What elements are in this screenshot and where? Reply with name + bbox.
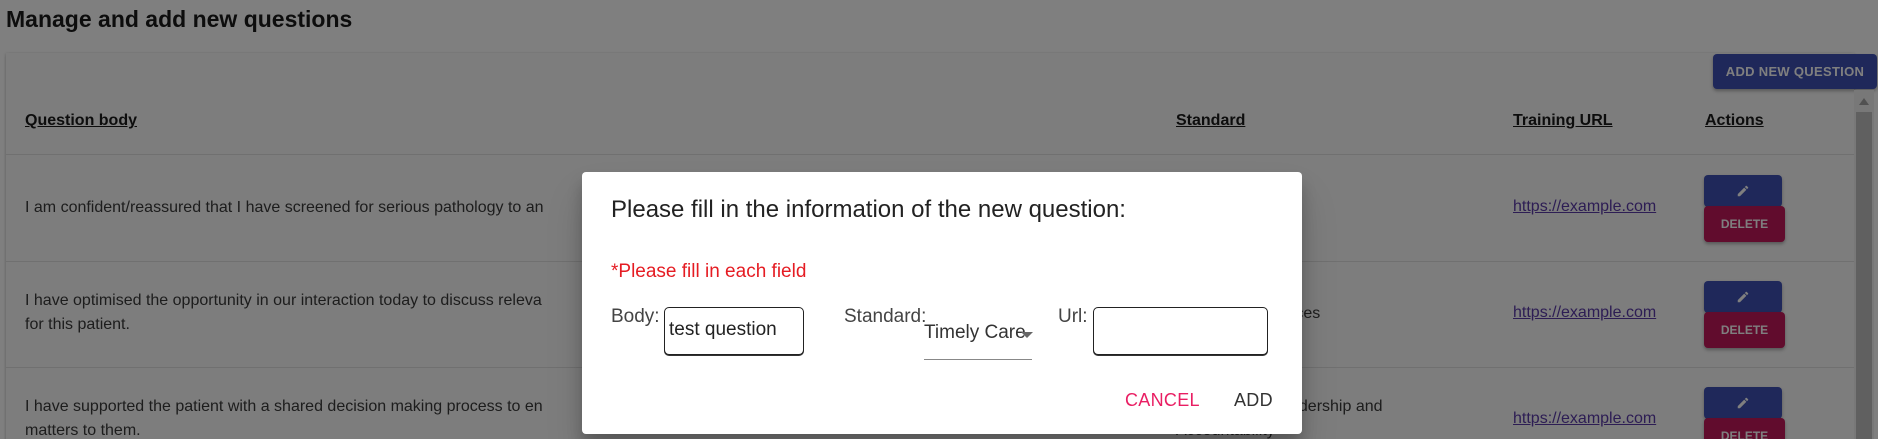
standard-label: Standard: bbox=[844, 306, 927, 327]
url-input[interactable] bbox=[1093, 307, 1268, 355]
dialog-title: Please fill in the information of the ne… bbox=[611, 196, 1126, 223]
standard-selected-value: Timely Care bbox=[924, 322, 1026, 343]
add-button[interactable]: ADD bbox=[1234, 390, 1273, 411]
standard-select[interactable]: Timely Care bbox=[924, 310, 1033, 360]
body-input[interactable]: test question bbox=[664, 307, 804, 355]
required-fields-warning: *Please fill in each field bbox=[611, 261, 807, 282]
cancel-button[interactable]: CANCEL bbox=[1125, 390, 1200, 411]
new-question-dialog: Please fill in the information of the ne… bbox=[582, 172, 1302, 434]
body-label: Body: bbox=[611, 306, 660, 327]
caret-down-icon bbox=[1021, 332, 1033, 338]
url-label: Url: bbox=[1058, 306, 1088, 327]
